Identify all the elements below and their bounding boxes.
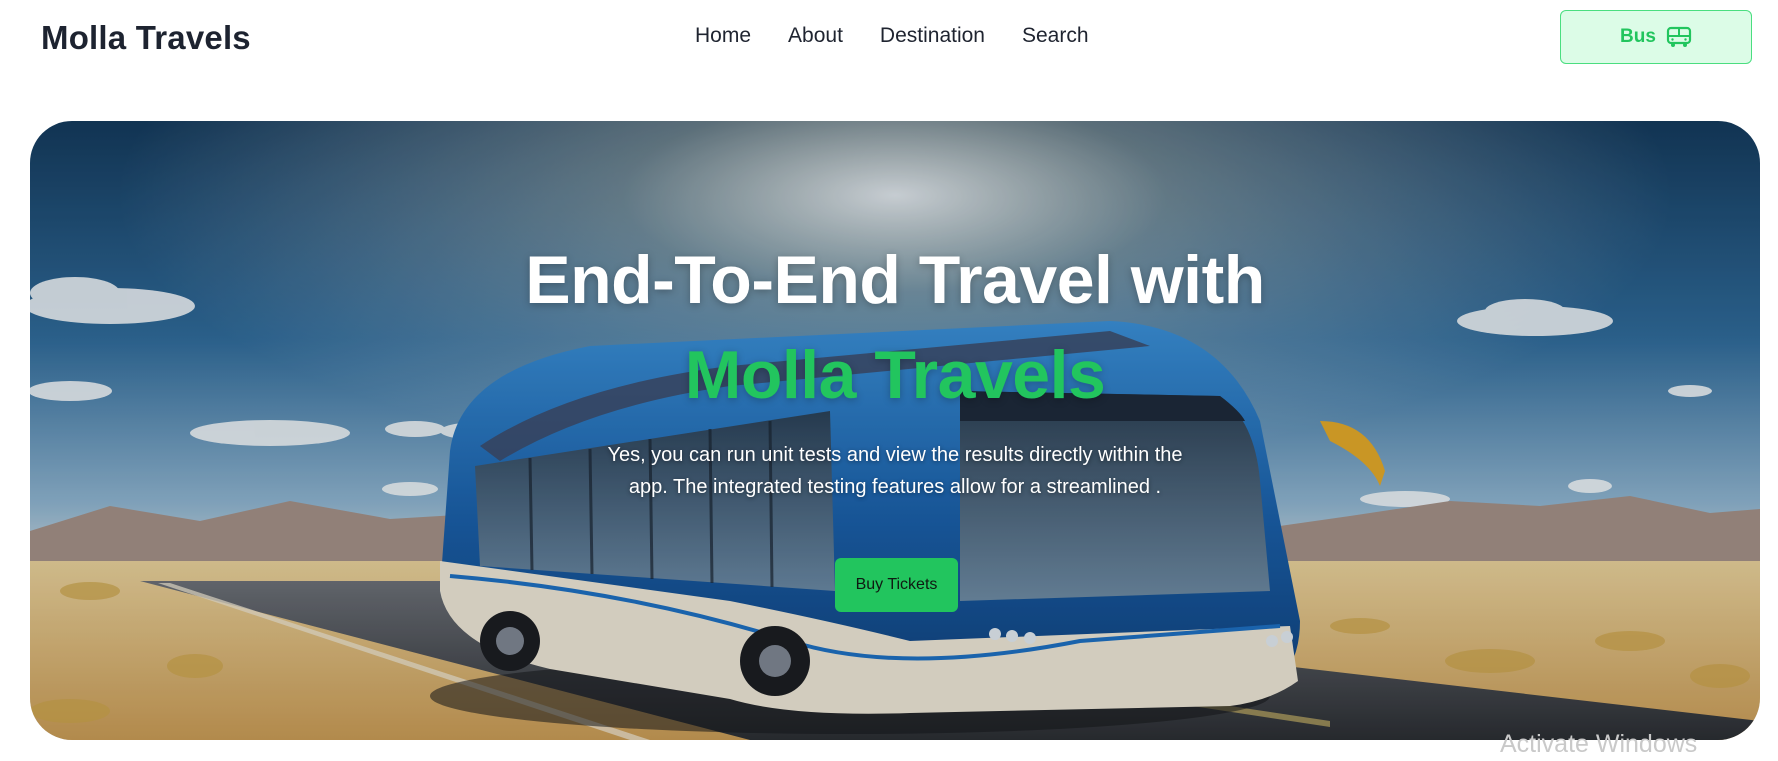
hero-title-brand: Molla Travels <box>684 337 1106 413</box>
buy-tickets-button[interactable]: Buy Tickets <box>835 558 958 612</box>
activate-windows-watermark: Activate Windows <box>1500 730 1698 758</box>
brand-logo[interactable]: Molla Travels <box>41 19 251 57</box>
nav-link-destination[interactable]: Destination <box>880 24 985 48</box>
bus-button[interactable]: Bus <box>1560 10 1752 64</box>
bus-icon <box>1666 26 1692 47</box>
hero-title: End-To-End Travel with <box>525 242 1265 318</box>
hero-content: End-To-End Travel with Molla Travels Yes… <box>30 121 1760 740</box>
hero-description: Yes, you can run unit tests and view the… <box>607 444 1183 498</box>
navbar: Molla Travels Home About Destination Sea… <box>0 0 1778 80</box>
nav-links: Home About Destination Search <box>695 24 1089 48</box>
nav-link-home[interactable]: Home <box>695 24 751 48</box>
nav-link-search[interactable]: Search <box>1022 24 1089 48</box>
nav-link-about[interactable]: About <box>788 24 843 48</box>
hero-section: End-To-End Travel with Molla Travels Yes… <box>30 121 1760 740</box>
bus-button-label: Bus <box>1620 26 1656 47</box>
